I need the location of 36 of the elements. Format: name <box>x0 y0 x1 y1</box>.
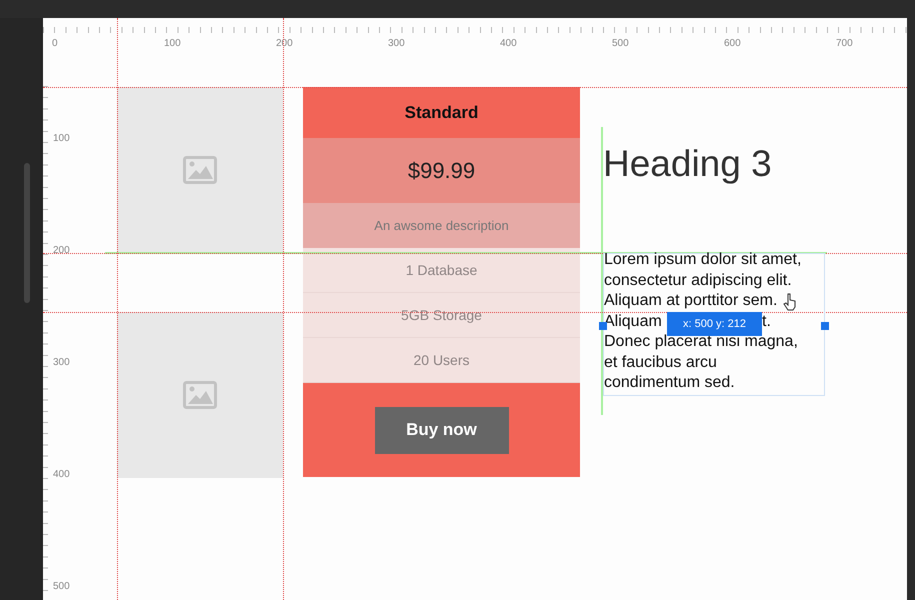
text-line: condimentum sed. <box>604 374 735 391</box>
text-line: Lorem ipsum dolor sit amet, <box>604 251 802 268</box>
ruler-label: 0 <box>52 38 58 49</box>
cursor-icon <box>783 293 797 311</box>
ruler-label: 400 <box>500 38 517 49</box>
scrollbar[interactable] <box>24 163 30 303</box>
text-line: Aliquam <box>604 312 662 330</box>
buy-now-button[interactable]: Buy now <box>374 406 508 454</box>
ruler-label: 500 <box>53 581 70 592</box>
plan-title: Standard <box>303 87 580 138</box>
ruler-label: 600 <box>724 38 741 49</box>
ruler-label: 200 <box>53 245 70 256</box>
text-line: t. <box>762 312 771 332</box>
plan-feature: 5GB Storage <box>303 293 580 338</box>
ruler-label: 100 <box>53 133 70 144</box>
plan-feature: 1 Database <box>303 248 580 293</box>
plan-description: An awsome description <box>303 203 580 248</box>
position-tooltip: x: 500 y: 212 <box>667 312 762 336</box>
plan-feature: 20 Users <box>303 338 580 383</box>
ruler-label: 300 <box>388 38 405 49</box>
heading: Heading 3 <box>603 143 772 185</box>
plan-price: $99.99 <box>303 138 580 203</box>
image-icon <box>183 156 217 184</box>
image-icon <box>183 381 217 409</box>
ruler-label: 500 <box>612 38 629 49</box>
text-line: et faucibus arcu <box>604 354 717 370</box>
ruler-label: 100 <box>164 38 181 49</box>
resize-handle[interactable] <box>821 322 829 330</box>
ruler-label: 400 <box>53 469 70 480</box>
ruler-label: 200 <box>276 38 293 49</box>
text-line: Donec placerat nisi magna, <box>604 333 798 350</box>
text-line: Aliquam at porttitor sem. <box>604 292 778 309</box>
ruler-label: 300 <box>53 357 70 368</box>
ruler-label: 700 <box>836 38 853 49</box>
resize-handle[interactable] <box>599 322 607 330</box>
text-line: consectetur adipiscing elit. <box>604 272 792 288</box>
